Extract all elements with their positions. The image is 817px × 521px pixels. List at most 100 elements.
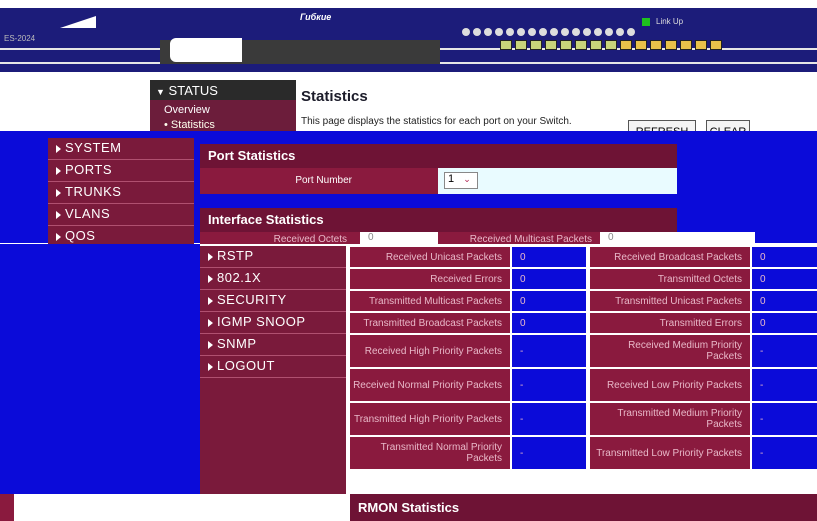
nav-item-8021x-label: 802.1X (217, 270, 262, 285)
nav-item-system-label: SYSTEM (65, 140, 122, 155)
port-number-row: Port Number 1 ⌄ (200, 168, 677, 194)
stat-label: Received Medium Priority Packets (590, 335, 750, 367)
stat-label: Received Normal Priority Packets (350, 369, 510, 401)
table-row: Transmitted Multicast Packets 0 Transmitte… (348, 290, 817, 312)
caret-right-icon (208, 318, 213, 327)
nav-item-rstp-label: RSTP (217, 248, 254, 263)
stat-value: - (752, 437, 817, 469)
nav-item-ports[interactable]: PORTS (48, 160, 194, 182)
port-row (500, 40, 722, 50)
stat-value: - (512, 335, 586, 367)
stat-label: Transmitted Medium Priority Packets (590, 403, 750, 435)
received-octets-label: Received Octets (273, 234, 347, 244)
received-octets-row: Received Octets 0 Received Multicast Pac… (200, 232, 755, 244)
stat-value: 0 (512, 247, 586, 267)
nav-item-system[interactable]: SYSTEM (48, 138, 194, 160)
stat-value: - (512, 369, 586, 401)
nav-item-qos-label: QOS (65, 228, 96, 243)
stat-value: 0 (752, 313, 817, 333)
stat-value: 0 (752, 269, 817, 289)
page-title: Statistics (301, 88, 368, 105)
nav-item-vlans-label: VLANS (65, 206, 111, 221)
stat-value: 0 (752, 291, 817, 311)
nav-item-igmp-snoop[interactable]: IGMP SNOOP (200, 312, 346, 334)
received-multicast-cell: 0 (600, 232, 755, 244)
stat-label: Transmitted High Priority Packets (350, 403, 510, 435)
caret-right-icon (208, 362, 213, 371)
nav-item-logout[interactable]: LOGOUT (200, 356, 346, 378)
port-number-select[interactable]: 1 ⌄ (444, 172, 478, 189)
caret-right-icon (56, 166, 61, 175)
model-label: ES-2024 (4, 34, 36, 43)
stat-value: - (512, 437, 586, 469)
stat-label: Received Low Priority Packets (590, 369, 750, 401)
logo-icon (170, 38, 242, 62)
table-row: Transmitted Broadcast Packets 0 Transmitte… (348, 312, 817, 334)
port-stats-header: Port Statistics (200, 144, 677, 168)
nav-item-security[interactable]: SECURITY (200, 290, 346, 312)
nav-item-snmp[interactable]: SNMP (200, 334, 346, 356)
brand-logo: Гибкие (300, 12, 332, 22)
nav-status-header[interactable]: ▼ STATUS (150, 80, 296, 100)
table-row: Received Unicast Packets 0 Received Broadc… (348, 246, 817, 268)
received-octets-cell: 0 (360, 232, 438, 244)
nav-item-overview[interactable]: Overview (164, 103, 282, 118)
nav-item-trunks[interactable]: TRUNKS (48, 182, 194, 204)
table-row: Transmitted High Priority Packets - Transm… (348, 402, 817, 436)
caret-right-icon (208, 296, 213, 305)
caret-right-icon (56, 210, 61, 219)
nav-item-vlans[interactable]: VLANS (48, 204, 194, 226)
nav-item-trunks-label: TRUNKS (65, 184, 122, 199)
stat-label: Transmitted Unicast Packets (590, 291, 750, 311)
stat-value: 0 (512, 291, 586, 311)
port-number-value: 1 (448, 173, 455, 185)
page-description: This page displays the statistics for ea… (301, 116, 572, 127)
nav-item-8021x[interactable]: 802.1X (200, 268, 346, 290)
rmon-stats-header: RMON Statistics (350, 494, 817, 521)
overlay-left (0, 244, 200, 494)
stat-label: Transmitted Broadcast Packets (350, 313, 510, 333)
port-number-cell: 1 ⌄ (438, 168, 677, 194)
caret-right-icon (56, 188, 61, 197)
stat-value: 0 (752, 247, 817, 267)
table-row: Received High Priority Packets - Received … (348, 334, 817, 368)
stat-label: Transmitted Octets (590, 269, 750, 289)
received-multicast-value: 0 (608, 232, 614, 243)
caret-right-icon (208, 274, 213, 283)
stat-label: Received Errors (350, 269, 510, 289)
stat-label: Received High Priority Packets (350, 335, 510, 367)
caret-right-icon (56, 144, 61, 153)
table-row: Received Normal Priority Packets - Receive… (348, 368, 817, 402)
stat-value: 0 (512, 269, 586, 289)
stat-label: Transmitted Multicast Packets (350, 291, 510, 311)
interface-stats-header: Interface Statistics (200, 208, 677, 232)
stat-value: - (512, 403, 586, 435)
stat-label: Transmitted Errors (590, 313, 750, 333)
nav-item-rstp[interactable]: RSTP (200, 246, 346, 268)
link-led-icon (642, 18, 650, 26)
received-multicast-label: Received Multicast Packets (469, 234, 592, 244)
link-label: Link Up (656, 17, 684, 26)
nav-lower-list: RSTP 802.1X SECURITY IGMP SNOOP SNMP LOG… (200, 246, 346, 494)
table-row: Received Errors 0 Transmitted Octets 0 (348, 268, 817, 290)
nav-item-ports-label: PORTS (65, 162, 113, 177)
nav-status-label: STATUS (168, 83, 218, 98)
caret-right-icon (208, 252, 213, 261)
led-row (462, 28, 635, 36)
stat-value: - (752, 369, 817, 401)
nav-top-list: SYSTEM PORTS TRUNKS VLANS QOS (48, 138, 194, 248)
nav-item-igmp-snoop-label: IGMP SNOOP (217, 314, 306, 329)
port-number-label: Port Number (295, 175, 352, 186)
nav-status-submenu: Overview • Statistics (150, 100, 296, 131)
stat-label: Received Unicast Packets (350, 247, 510, 267)
stat-label: Received Broadcast Packets (590, 247, 750, 267)
caret-right-icon (208, 340, 213, 349)
caret-right-icon (56, 232, 61, 241)
stat-label: Transmitted Normal Priority Packets (350, 437, 510, 469)
stat-value: - (752, 403, 817, 435)
nav-item-logout-label: LOGOUT (217, 358, 275, 373)
stat-label: Transmitted Low Priority Packets (590, 437, 750, 469)
stat-value: - (752, 335, 817, 367)
chevron-down-icon: ▼ (156, 87, 165, 97)
nav-item-statistics-label: Statistics (170, 119, 215, 131)
